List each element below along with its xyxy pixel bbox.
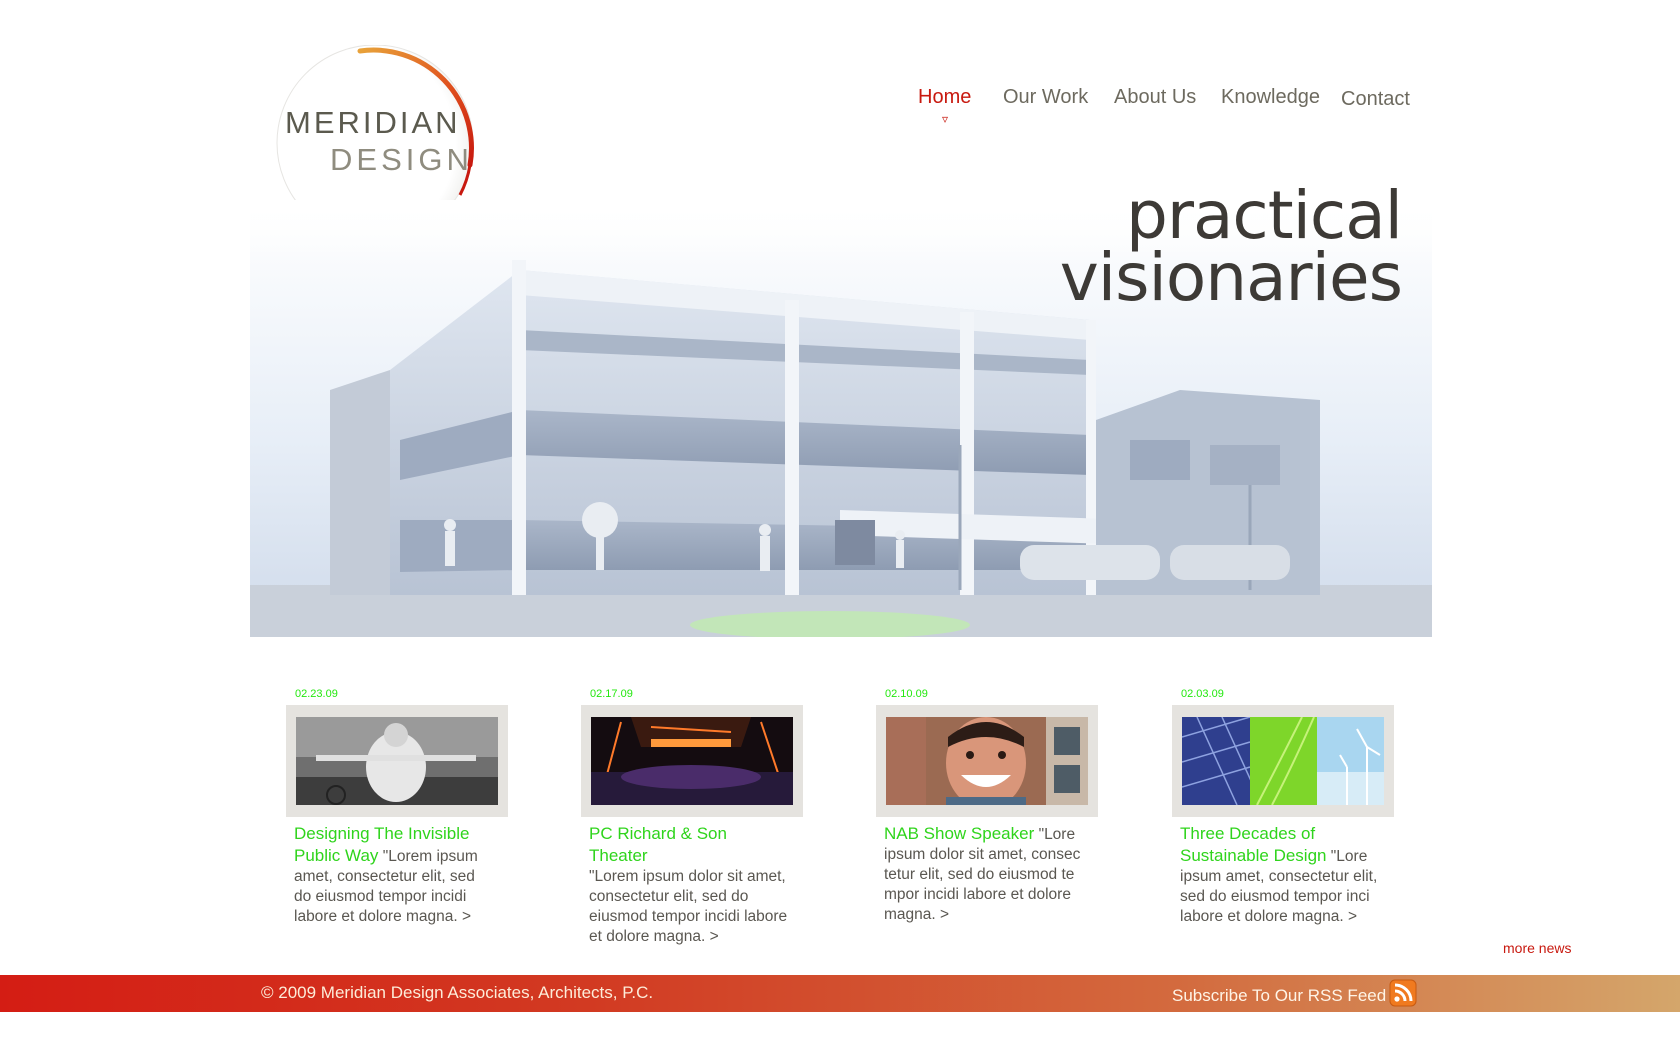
news-date: 02.03.09	[1181, 688, 1224, 700]
footer-bar: © 2009 Meridian Design Associates, Archi…	[0, 975, 1680, 1012]
more-news-link[interactable]: more news	[1503, 940, 1571, 956]
news-thumbnail-frame[interactable]	[876, 705, 1098, 817]
nav-about-us[interactable]: About Us	[1114, 86, 1196, 109]
nav-active-marker-icon: ▿	[942, 112, 949, 126]
news-item[interactable]: 02.03.09 Three Decades of Sustainable De…	[1172, 688, 1412, 927]
nav-knowledge[interactable]: Knowledge	[1221, 86, 1320, 109]
news-title[interactable]: NAB Show Speaker	[884, 824, 1034, 843]
rss-icon[interactable]	[1389, 979, 1417, 1007]
nav-home[interactable]: Home	[918, 86, 971, 109]
news-more-arrow[interactable]: >	[1348, 908, 1357, 925]
news-text-block: Designing The Invisible Public Way "Lore…	[294, 823, 494, 927]
news-title[interactable]: PC Richard & Son Theater	[589, 824, 727, 865]
news-thumbnail[interactable]	[886, 717, 1088, 805]
logo-line1: MERIDIAN	[285, 105, 461, 140]
copyright-text: © 2009 Meridian Design Associates, Archi…	[261, 983, 654, 1002]
news-excerpt: "Lorem ipsum dolor sit amet, consectetur…	[589, 868, 788, 945]
news-date: 02.10.09	[885, 688, 928, 700]
news-more-arrow[interactable]: >	[462, 908, 471, 925]
news-item[interactable]: 02.17.09 PC Richard & Son Theater "Lorem…	[581, 688, 821, 947]
news-date: 02.23.09	[295, 688, 338, 700]
nav-contact[interactable]: Contact	[1341, 88, 1410, 111]
news-more-arrow[interactable]: >	[710, 928, 719, 945]
news-thumbnail-frame[interactable]	[286, 705, 508, 817]
news-thumbnail[interactable]	[1182, 717, 1384, 805]
news-title[interactable]: Three Decades of Sustainable Design	[1180, 824, 1326, 865]
nav-our-work[interactable]: Our Work	[1003, 86, 1088, 109]
news-text-block: Three Decades of Sustainable Design "Lor…	[1180, 823, 1380, 927]
rss-subscribe-link[interactable]: Subscribe To Our RSS Feed	[1172, 986, 1386, 1006]
hero-tagline: practical visionaries	[1059, 177, 1403, 316]
news-thumbnail[interactable]	[296, 717, 498, 805]
news-item[interactable]: 02.23.09 Designing The Invisible Public …	[286, 688, 526, 927]
news-text-block: PC Richard & Son Theater "Lorem ipsum do…	[589, 823, 789, 947]
news-date: 02.17.09	[590, 688, 633, 700]
news-item[interactable]: 02.10.09 NAB Show Speaker "Lore ipsum do…	[876, 688, 1116, 925]
tagline-line2: visionaries	[1059, 239, 1403, 316]
news-thumbnail-frame[interactable]	[1172, 705, 1394, 817]
news-thumbnail[interactable]	[591, 717, 793, 805]
tagline-line1: practical	[1125, 177, 1403, 254]
logo-line2: DESIGN	[330, 142, 473, 177]
news-text-block: NAB Show Speaker "Lore ipsum dolor sit a…	[884, 823, 1084, 925]
news-more-arrow[interactable]: >	[940, 906, 949, 923]
news-thumbnail-frame[interactable]	[581, 705, 803, 817]
